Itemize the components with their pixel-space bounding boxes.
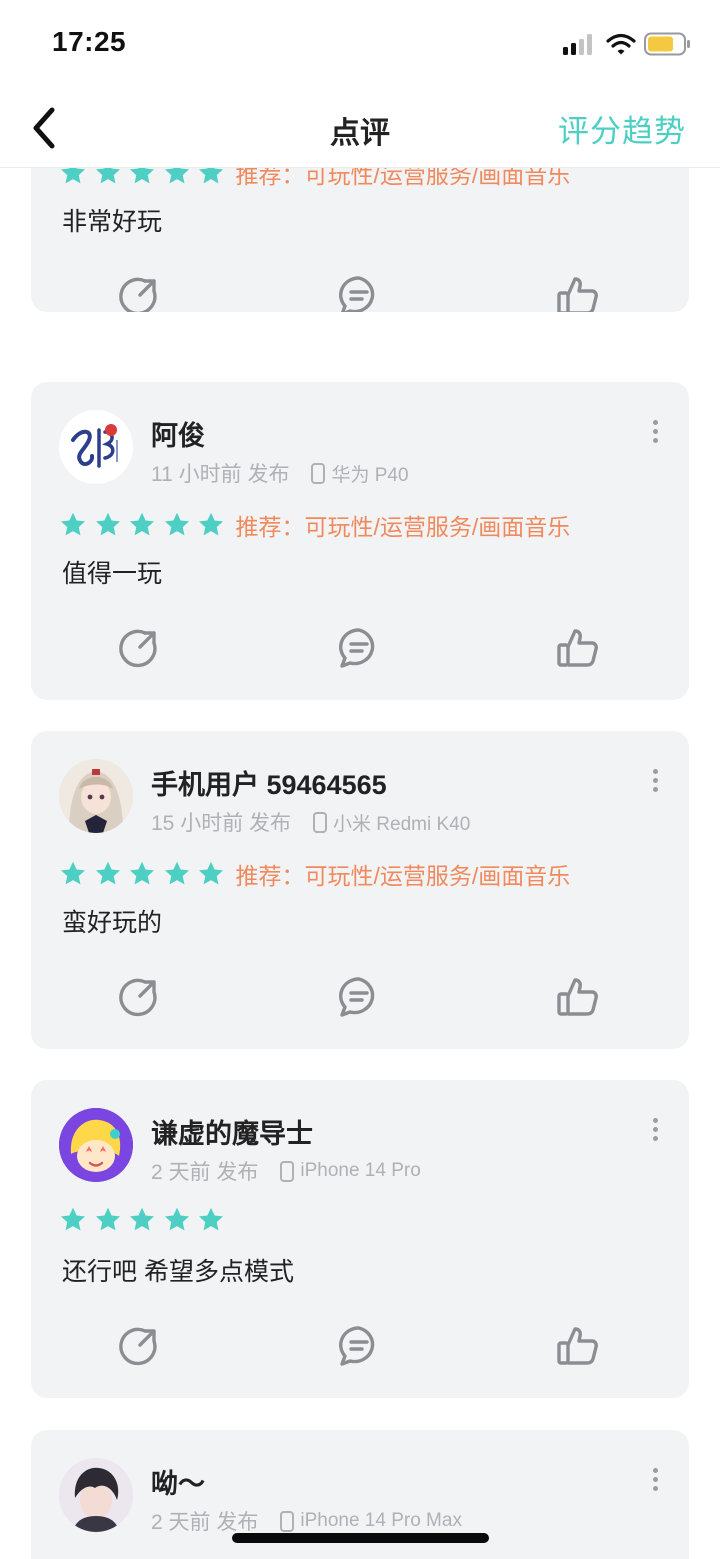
anime-girl-avatar xyxy=(59,759,133,833)
star-icon xyxy=(164,512,189,536)
review-meta: 11 小时前 发布 华为 P40 xyxy=(151,458,409,488)
star-icon xyxy=(129,861,155,885)
review-text: 蛮好玩的 xyxy=(62,909,163,937)
star-icon xyxy=(95,861,120,885)
device-name: iPhone 14 Pro Max xyxy=(300,1510,462,1531)
phone-icon xyxy=(280,1160,295,1182)
star-icon xyxy=(129,1207,155,1231)
anime-boy-avatar xyxy=(59,1458,133,1532)
comment-icon[interactable] xyxy=(337,274,381,312)
post-time: 2 天前 发布 xyxy=(151,1511,259,1534)
review-actions xyxy=(31,1324,689,1368)
device-name: iPhone 14 Pro xyxy=(300,1160,421,1181)
review-actions xyxy=(31,626,689,670)
star-icon xyxy=(164,861,189,885)
comment-icon[interactable] xyxy=(337,1324,381,1368)
calligraphy-logo-avatar xyxy=(59,410,133,484)
review-text: 值得一玩 xyxy=(62,560,163,588)
username[interactable]: 呦～ xyxy=(151,1462,205,1501)
device-info: 华为 P40 xyxy=(311,460,409,487)
status-bar: 17:25 xyxy=(0,0,720,88)
rating-trend-link[interactable]: 评分趋势 xyxy=(558,106,686,151)
star-icon xyxy=(198,512,224,536)
star-icon xyxy=(60,1207,86,1231)
phone-icon xyxy=(313,811,328,833)
battery-icon xyxy=(644,32,690,56)
star-icon xyxy=(95,1207,120,1231)
thumbs-up-icon[interactable] xyxy=(556,274,600,312)
more-vertical-icon[interactable] xyxy=(645,420,665,446)
review-actions xyxy=(31,274,689,312)
phone-icon xyxy=(311,462,326,484)
rating-row: 推荐：可玩性/运营服务/画面音乐 xyxy=(59,857,570,891)
post-time: 11 小时前 发布 xyxy=(151,463,290,486)
review-text: 还行吧 希望多点模式 xyxy=(62,1258,294,1286)
phone-icon xyxy=(280,1510,295,1532)
more-vertical-icon[interactable] xyxy=(645,1468,665,1494)
username[interactable]: 阿俊 xyxy=(151,414,205,453)
user-avatar[interactable] xyxy=(59,410,133,484)
star-icon xyxy=(60,861,86,885)
thumbs-up-icon[interactable] xyxy=(556,626,600,670)
device-name: 华为 P40 xyxy=(331,464,409,486)
review-meta: 15 小时前 发布 小米 Redmi K40 xyxy=(151,807,470,837)
device-info: iPhone 14 Pro Max xyxy=(280,1510,462,1532)
share-icon[interactable] xyxy=(117,975,161,1019)
rating-row xyxy=(59,1206,232,1234)
post-time: 2 天前 发布 xyxy=(151,1161,259,1184)
share-icon[interactable] xyxy=(117,1324,161,1368)
star-icon xyxy=(198,861,224,885)
username[interactable]: 手机用户 59464565 xyxy=(151,763,387,802)
device-info: iPhone 14 Pro xyxy=(280,1160,421,1182)
user-avatar[interactable] xyxy=(59,1458,133,1532)
star-icon xyxy=(198,1207,224,1231)
review-actions xyxy=(31,975,689,1019)
wifi-icon xyxy=(606,33,636,55)
recommend-tags: 推荐：可玩性/运营服务/画面音乐 xyxy=(235,514,571,540)
comment-icon[interactable] xyxy=(337,975,381,1019)
cellular-signal-icon xyxy=(563,33,599,55)
review-text: 非常好玩 xyxy=(62,208,163,236)
review-meta: 2 天前 发布 iPhone 14 Pro xyxy=(151,1156,421,1186)
username[interactable]: 谦虚的魔导士 xyxy=(151,1112,313,1151)
device-info: 小米 Redmi K40 xyxy=(313,809,470,836)
home-indicator[interactable] xyxy=(232,1533,489,1543)
rating-row: 推荐：可玩性/运营服务/画面音乐 xyxy=(59,508,570,542)
more-vertical-icon[interactable] xyxy=(645,769,665,795)
share-icon[interactable] xyxy=(117,626,161,670)
thumbs-up-icon[interactable] xyxy=(556,1324,600,1368)
status-time: 17:25 xyxy=(52,26,127,57)
star-icon xyxy=(95,512,120,536)
recommend-tags: 推荐：可玩性/运营服务/画面音乐 xyxy=(235,863,571,889)
post-time: 15 小时前 发布 xyxy=(151,812,292,835)
review-meta: 2 天前 发布 iPhone 14 Pro Max xyxy=(151,1506,462,1536)
more-vertical-icon[interactable] xyxy=(645,1118,665,1144)
cartoon-character-avatar xyxy=(59,1108,133,1182)
review-card: 谦虚的魔导士 2 天前 发布 iPhone 14 Pro 还行吧 希望多点模式 xyxy=(31,1080,689,1398)
star-icon xyxy=(129,512,155,536)
review-card: 阿俊 11 小时前 发布 华为 P40 推荐：可玩性/运营服务/画面音乐 值得一… xyxy=(31,382,689,700)
thumbs-up-icon[interactable] xyxy=(556,975,600,1019)
nav-bar: 点评 评分趋势 xyxy=(0,88,720,168)
comment-icon[interactable] xyxy=(337,626,381,670)
star-icon xyxy=(60,512,86,536)
user-avatar[interactable] xyxy=(59,1108,133,1182)
review-card: 手机用户 59464565 15 小时前 发布 小米 Redmi K40 推荐：… xyxy=(31,731,689,1049)
star-icon xyxy=(164,1207,189,1231)
user-avatar[interactable] xyxy=(59,759,133,833)
share-icon[interactable] xyxy=(117,274,161,312)
device-name: 小米 Redmi K40 xyxy=(333,813,471,835)
